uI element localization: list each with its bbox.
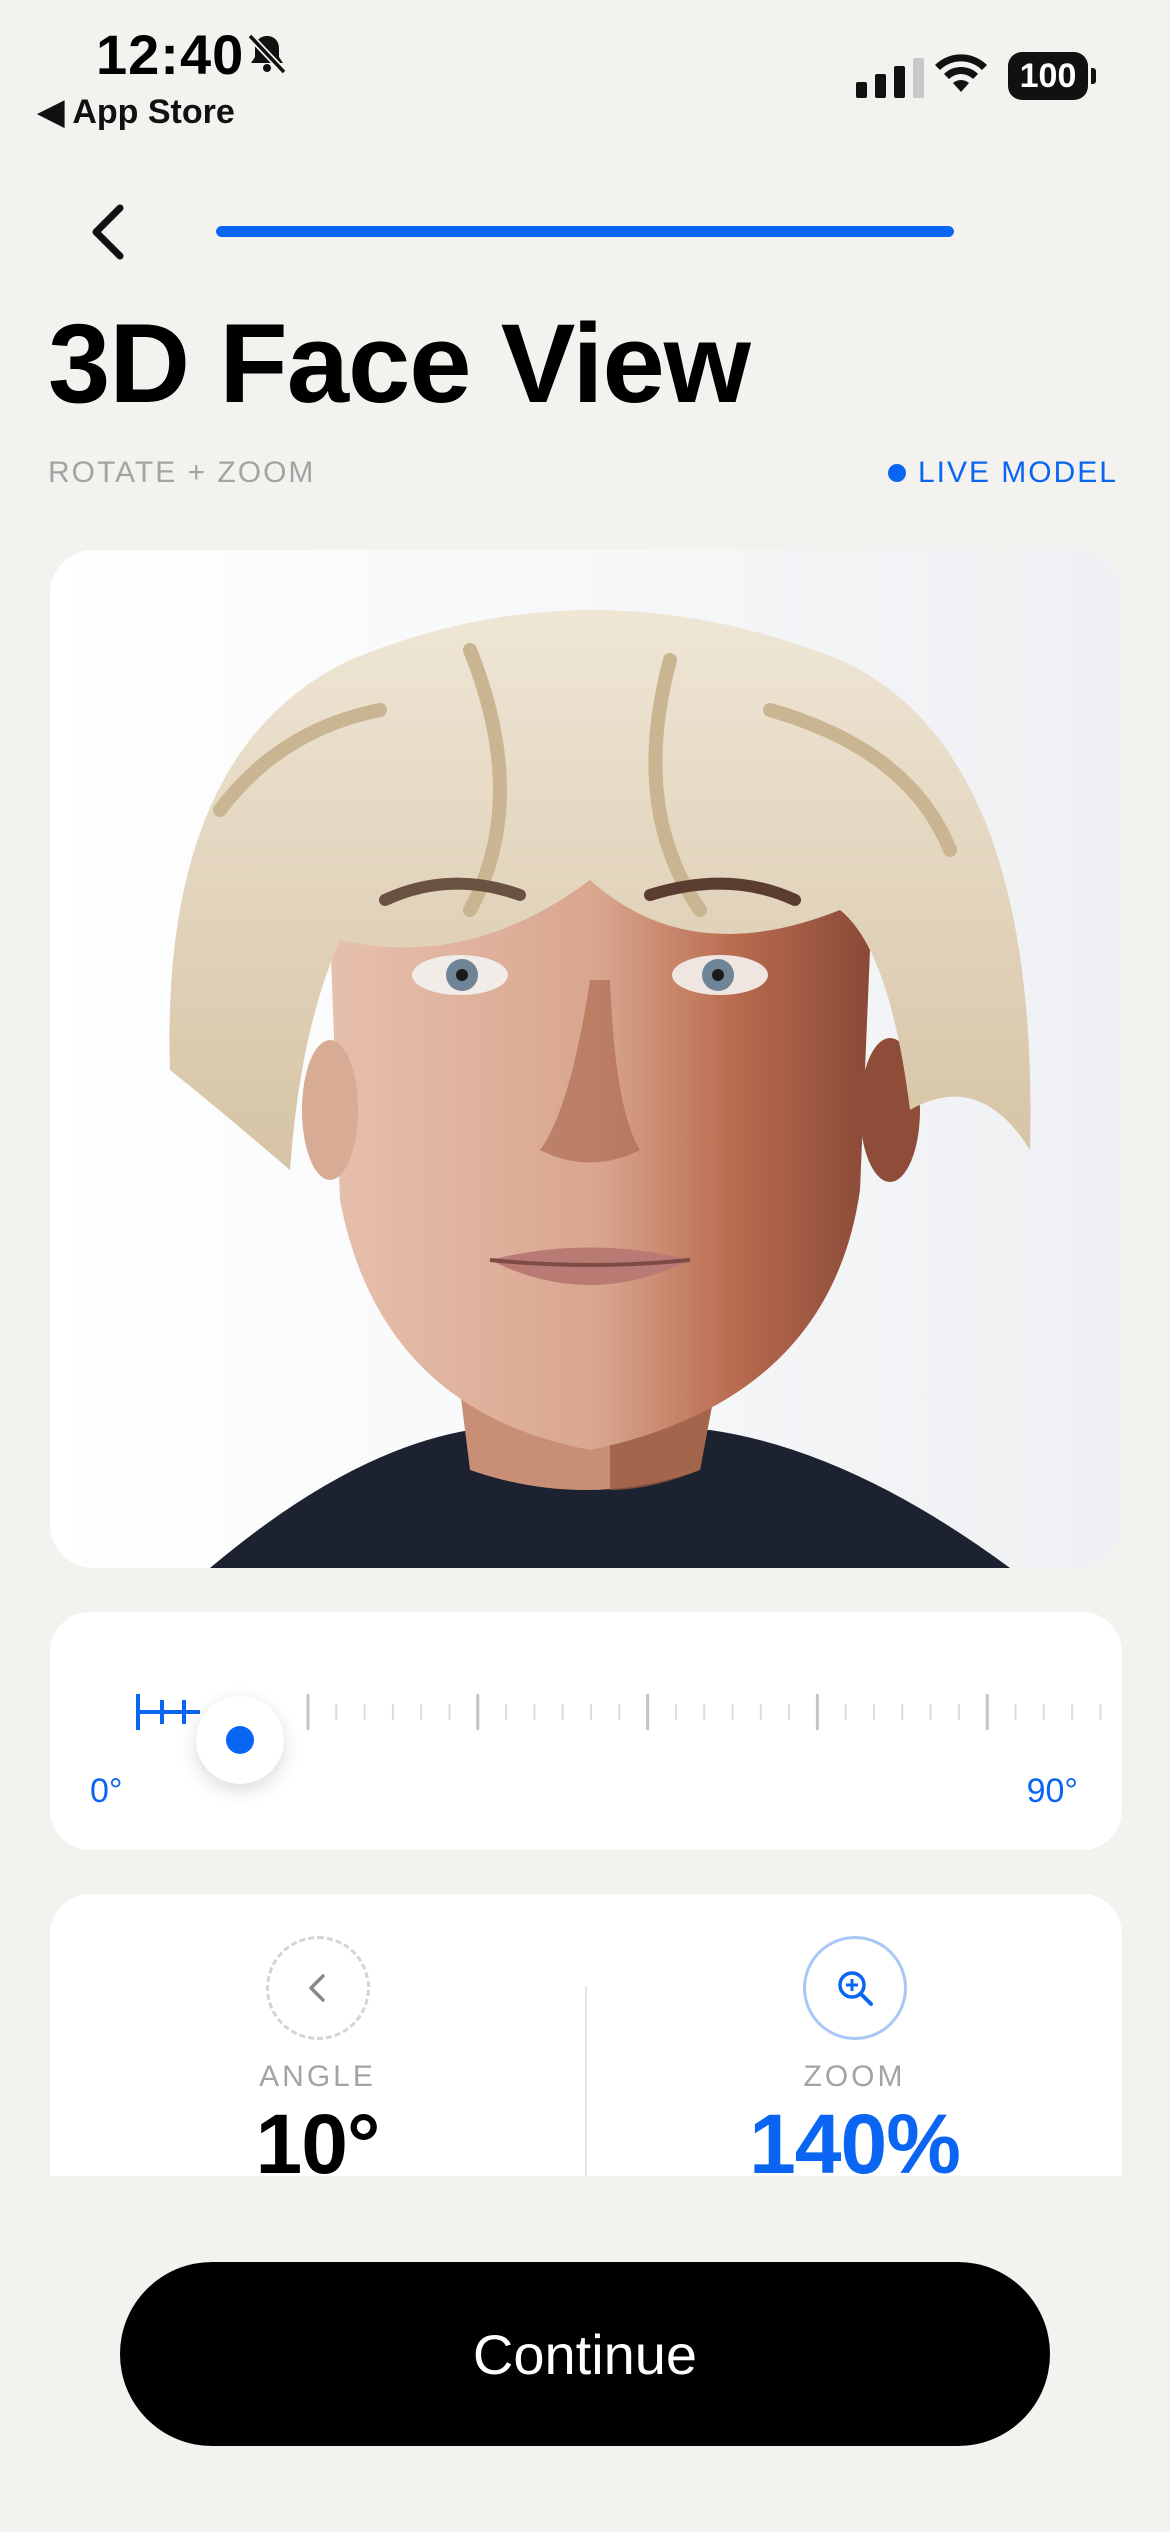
wifi-icon (935, 54, 987, 92)
live-model-badge: LIVE MODEL (887, 456, 1118, 490)
battery-icon: 100 (1008, 52, 1096, 100)
zoom-label: ZOOM (803, 2060, 906, 2093)
stats-card: ANGLE 10° ZOOM 140% (50, 1894, 1122, 2176)
signal-icon (856, 58, 924, 98)
slider-min-label: 0° (90, 1772, 123, 1810)
angle-slider-card: 0° 90° (50, 1612, 1122, 1850)
status-time: 12:40 (96, 23, 245, 86)
zoom-button[interactable] (802, 1936, 907, 2040)
bell-slash-icon (247, 33, 287, 75)
onboarding-progress-bar (216, 226, 954, 237)
onboarding-progress-fill (216, 226, 954, 237)
continue-button[interactable]: Continue (120, 2262, 1050, 2446)
live-model-label: LIVE MODEL (917, 456, 1118, 489)
zoom-in-icon (837, 1971, 873, 2006)
angle-label: ANGLE (259, 2060, 376, 2093)
face-model-viewer[interactable] (50, 550, 1122, 1568)
angle-slider-thumb[interactable] (196, 1696, 284, 1784)
page-title: 3D Face View (48, 301, 751, 426)
back-to-app-store-link[interactable]: ◀ App Store (38, 92, 235, 132)
angle-value: 10° (255, 2097, 380, 2176)
back-chevron-icon[interactable] (80, 200, 140, 264)
slider-max-label: 90° (1026, 1772, 1078, 1810)
angle-chevron-button[interactable] (265, 1936, 370, 2040)
live-dot-icon (887, 464, 906, 482)
zoom-value: 140% (749, 2097, 961, 2176)
zoom-stat: ZOOM 140% (587, 1936, 1122, 2176)
page-subtitle: ROTATE + ZOOM (48, 456, 316, 489)
chevron-left-icon (308, 1974, 325, 2002)
angle-stat: ANGLE 10° (50, 1936, 585, 2176)
